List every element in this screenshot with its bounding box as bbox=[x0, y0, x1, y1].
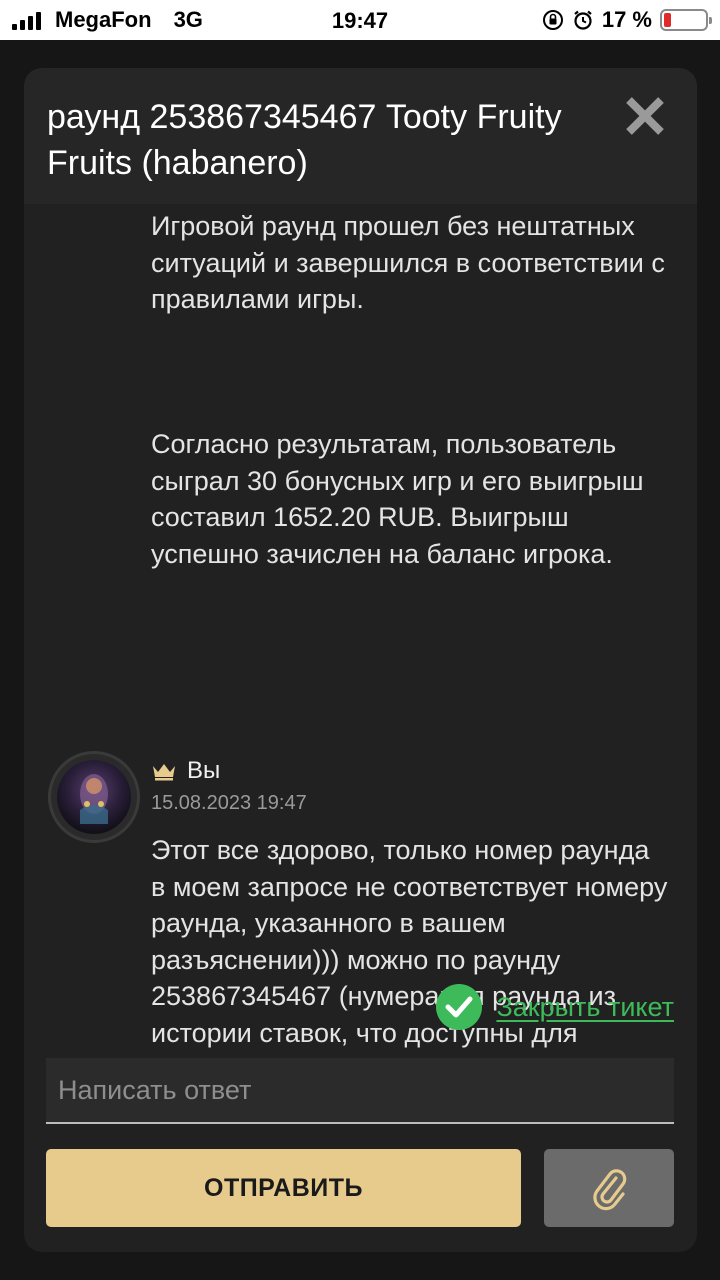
user-message-text: Этот все здорово, только номер раунда в … bbox=[151, 835, 668, 1084]
avatar bbox=[48, 751, 140, 843]
battery-icon bbox=[660, 9, 712, 31]
attach-button[interactable] bbox=[544, 1149, 674, 1227]
modal-header: раунд 253867345467 Tooty Fruity Fruits (… bbox=[24, 68, 697, 204]
battery-percent: 17 % bbox=[601, 7, 652, 32]
avatar-image bbox=[57, 760, 131, 834]
alarm-icon bbox=[574, 10, 592, 30]
status-bar-left: MegaFon 3G bbox=[12, 0, 203, 40]
close-ticket-label[interactable]: Закрыть тикет bbox=[496, 992, 674, 1023]
reply-input[interactable] bbox=[46, 1058, 674, 1124]
support-message-paragraph: Игровой раунд прошел без нештатных ситуа… bbox=[151, 211, 665, 314]
close-ticket-link[interactable]: Закрыть тикет bbox=[436, 984, 674, 1030]
check-circle-icon bbox=[436, 984, 483, 1030]
message-author: Вы bbox=[187, 757, 221, 784]
rotation-lock-icon bbox=[542, 10, 563, 30]
crown-icon bbox=[153, 764, 175, 781]
close-icon bbox=[626, 97, 664, 135]
support-message-paragraph: Согласно результатам, пользователь сыгра… bbox=[151, 429, 644, 569]
status-bar: MegaFon 3G 19:47 17 % bbox=[0, 0, 720, 40]
signal-icon bbox=[12, 10, 41, 30]
message-date: 15.08.2023 19:47 bbox=[151, 792, 307, 814]
network-type: 3G bbox=[173, 7, 203, 32]
battery-level bbox=[664, 13, 671, 27]
message-thread: Игровой раунд прошел без нештатных ситуа… bbox=[24, 204, 697, 1084]
message-author-row: Вы bbox=[151, 757, 220, 785]
modal-title: раунд 253867345467 Tooty Fruity Fruits (… bbox=[47, 98, 562, 182]
paperclip-icon bbox=[593, 1169, 627, 1211]
send-button[interactable]: ОТПРАВИТЬ bbox=[46, 1149, 521, 1227]
status-bar-right: 17 % bbox=[542, 0, 712, 40]
ticket-modal: раунд 253867345467 Tooty Fruity Fruits (… bbox=[24, 68, 697, 1252]
carrier-name: MegaFon bbox=[55, 7, 152, 32]
close-button[interactable] bbox=[623, 94, 667, 138]
